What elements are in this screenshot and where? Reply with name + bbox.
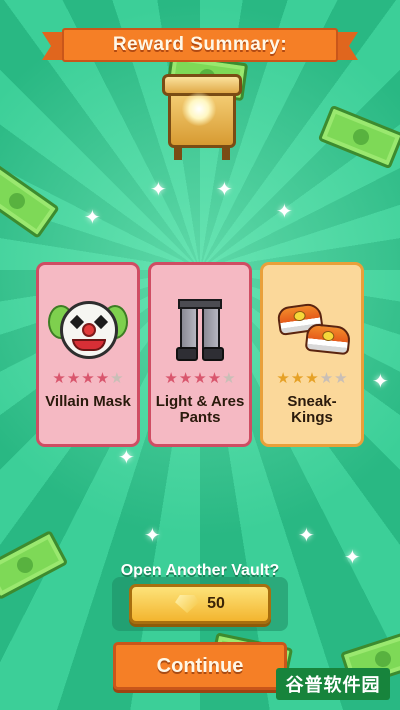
clown-mask-icon	[48, 295, 128, 365]
star-filled-icon: ★	[178, 370, 193, 387]
star-rating: ★ ★ ★ ★ ★	[52, 371, 123, 386]
reward-name: Villain Mask	[45, 393, 131, 410]
star-filled-icon: ★	[81, 370, 95, 387]
continue-button[interactable]: Continue	[113, 642, 287, 690]
continue-label: Continue	[156, 654, 244, 677]
treasure-vault-icon	[162, 74, 242, 160]
reward-card-light-ares-pants[interactable]: ★ ★ ★ ★ ★ Light & Ares Pants	[148, 262, 252, 447]
sparkle-icon: ✦	[118, 447, 135, 469]
star-rating: ★ ★ ★ ★ ★	[276, 371, 347, 386]
star-empty-icon: ★	[334, 370, 348, 387]
star-empty-icon: ★	[319, 370, 334, 387]
sparkle-icon: ✦	[84, 207, 101, 229]
sparkle-icon: ✦	[298, 525, 315, 547]
open-vault-cost-button[interactable]: 50	[129, 584, 271, 624]
sparkle-icon: ✦	[276, 201, 293, 223]
sparkle-icon: ✦	[144, 525, 161, 547]
banner-plate: Reward Summary:	[62, 28, 338, 62]
sparkle-icon: ✦	[216, 179, 233, 201]
star-filled-icon: ★	[207, 370, 222, 387]
sneakers-icon	[272, 295, 352, 365]
star-filled-icon: ★	[305, 370, 319, 387]
star-empty-icon: ★	[110, 370, 124, 387]
reward-summary-banner: Reward Summary:	[42, 28, 358, 64]
reward-card-sneak-kings[interactable]: ★ ★ ★ ★ ★ Sneak-Kings	[260, 262, 364, 447]
star-filled-icon: ★	[95, 370, 110, 387]
star-rating: ★ ★ ★ ★ ★	[164, 371, 235, 386]
reward-card-villain-mask[interactable]: ★ ★ ★ ★ ★ Villain Mask	[36, 262, 140, 447]
star-filled-icon: ★	[193, 370, 207, 387]
cost-amount: 50	[207, 595, 225, 612]
reward-name: Sneak-Kings	[287, 393, 337, 426]
sparkle-icon: ✦	[372, 371, 389, 393]
star-filled-icon: ★	[164, 370, 178, 387]
star-filled-icon: ★	[52, 370, 66, 387]
page-title: Reward Summary:	[112, 34, 288, 55]
star-filled-icon: ★	[290, 370, 305, 387]
star-empty-icon: ★	[222, 370, 236, 387]
armored-pants-icon	[160, 295, 240, 365]
reward-name: Light & Ares Pants	[155, 393, 245, 426]
gem-icon	[175, 595, 200, 613]
watermark: 谷普软件园	[276, 668, 390, 700]
star-filled-icon: ★	[66, 370, 81, 387]
star-filled-icon: ★	[276, 370, 290, 387]
sparkle-icon: ✦	[150, 179, 167, 201]
